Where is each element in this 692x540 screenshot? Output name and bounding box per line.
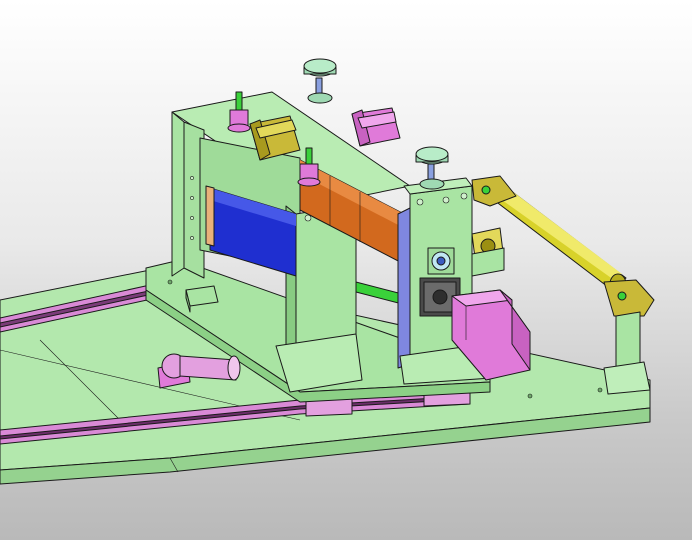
cad-viewport[interactable] [0, 0, 692, 540]
cad-model[interactable] [0, 0, 692, 540]
